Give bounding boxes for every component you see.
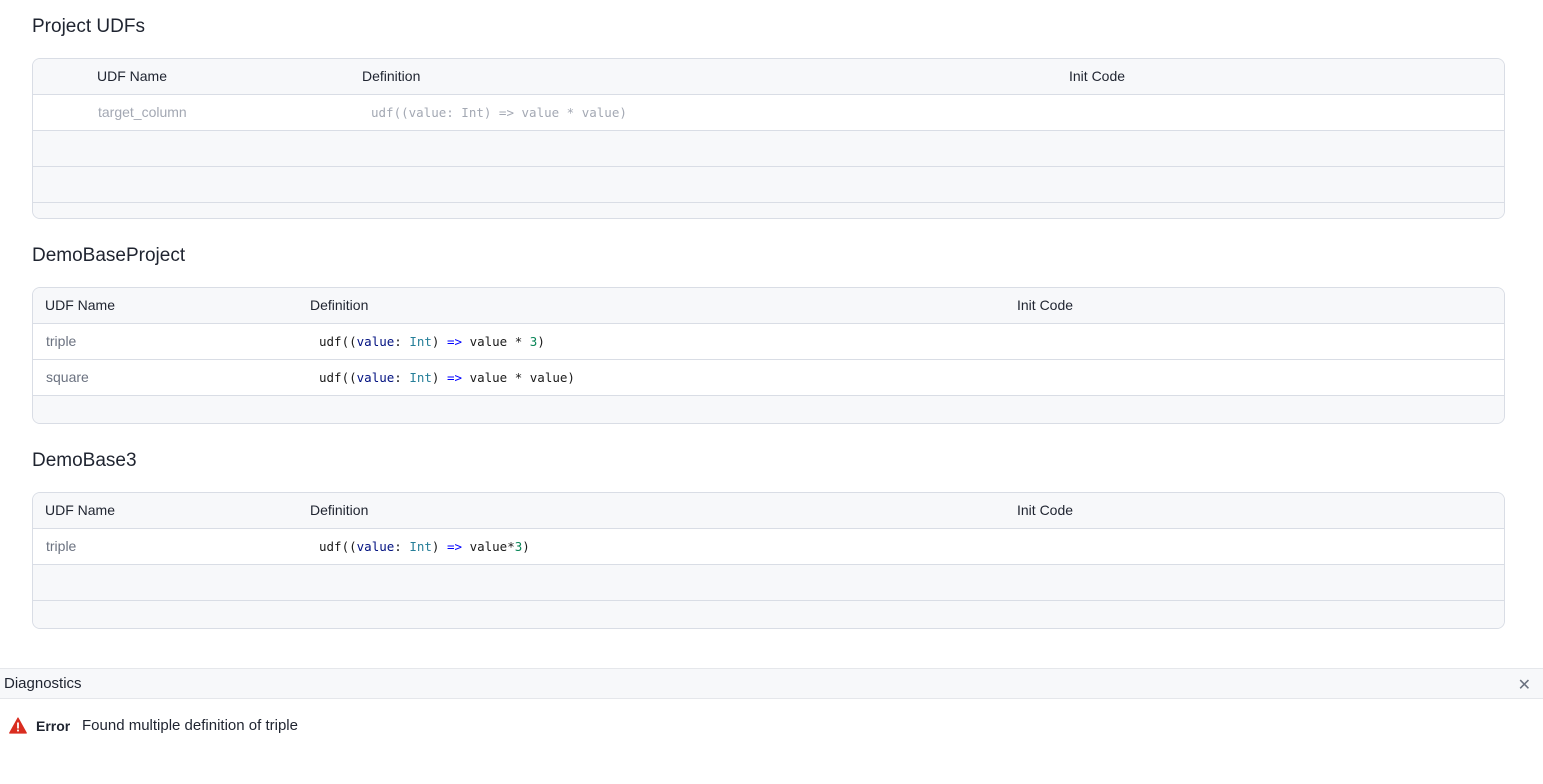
table-row[interactable] xyxy=(33,601,1504,628)
header-udf-name: UDF Name xyxy=(97,68,168,84)
table-row[interactable] xyxy=(33,167,1504,203)
demo-base-project-table: UDF Name Definition Init Code triple udf… xyxy=(32,287,1505,424)
close-icon[interactable]: ✕ xyxy=(1518,675,1531,695)
table-header: UDF Name Definition Init Code xyxy=(33,59,1504,95)
table-row[interactable] xyxy=(33,565,1504,601)
demo-base3-table: UDF Name Definition Init Code triple udf… xyxy=(32,492,1505,629)
warning-triangle-icon xyxy=(9,717,27,734)
header-init-code: Init Code xyxy=(1069,68,1126,84)
udf-name-cell[interactable]: square xyxy=(46,369,89,385)
udf-definition-cell[interactable]: udf((value: Int) => value * value) xyxy=(319,370,575,385)
table-row[interactable] xyxy=(33,396,1504,423)
header-udf-name: UDF Name xyxy=(45,297,116,313)
section-title-demo-base3: DemoBase3 xyxy=(32,450,137,471)
section-title-project-udfs: Project UDFs xyxy=(32,16,145,37)
table-row[interactable]: triple udf((value: Int) => value*3) xyxy=(33,529,1504,565)
header-init-code: Init Code xyxy=(1017,297,1074,313)
udf-name-input[interactable]: target_column xyxy=(98,104,187,120)
udf-name-cell[interactable]: triple xyxy=(46,333,76,349)
table-row[interactable] xyxy=(33,131,1504,167)
diagnostic-severity: Error xyxy=(36,718,71,734)
udf-definition-editor[interactable]: udf((value: Int) => value * value) xyxy=(371,105,627,120)
diagnostic-item[interactable]: Error Found multiple definition of tripl… xyxy=(0,712,1543,740)
table-row[interactable]: square udf((value: Int) => value * value… xyxy=(33,360,1504,396)
new-udf-row[interactable]: target_column udf((value: Int) => value … xyxy=(33,95,1504,131)
table-header: UDF Name Definition Init Code xyxy=(33,493,1504,529)
diagnostics-title: Diagnostics xyxy=(4,675,82,692)
header-definition: Definition xyxy=(310,297,369,313)
section-title-demo-base-project: DemoBaseProject xyxy=(32,245,186,266)
diagnostic-message: Found multiple definition of triple xyxy=(82,717,298,734)
udf-definition-cell[interactable]: udf((value: Int) => value*3) xyxy=(319,539,530,554)
project-udfs-table: UDF Name Definition Init Code target_col… xyxy=(32,58,1505,219)
header-init-code: Init Code xyxy=(1017,502,1074,518)
header-udf-name: UDF Name xyxy=(45,502,116,518)
table-header: UDF Name Definition Init Code xyxy=(33,288,1504,324)
table-row[interactable]: triple udf((value: Int) => value * 3) xyxy=(33,324,1504,360)
diagnostics-header: Diagnostics ✕ xyxy=(0,668,1543,699)
udf-name-cell[interactable]: triple xyxy=(46,538,76,554)
table-row[interactable] xyxy=(33,203,1504,218)
header-definition: Definition xyxy=(310,502,369,518)
udf-definition-cell[interactable]: udf((value: Int) => value * 3) xyxy=(319,334,545,349)
header-definition: Definition xyxy=(362,68,421,84)
